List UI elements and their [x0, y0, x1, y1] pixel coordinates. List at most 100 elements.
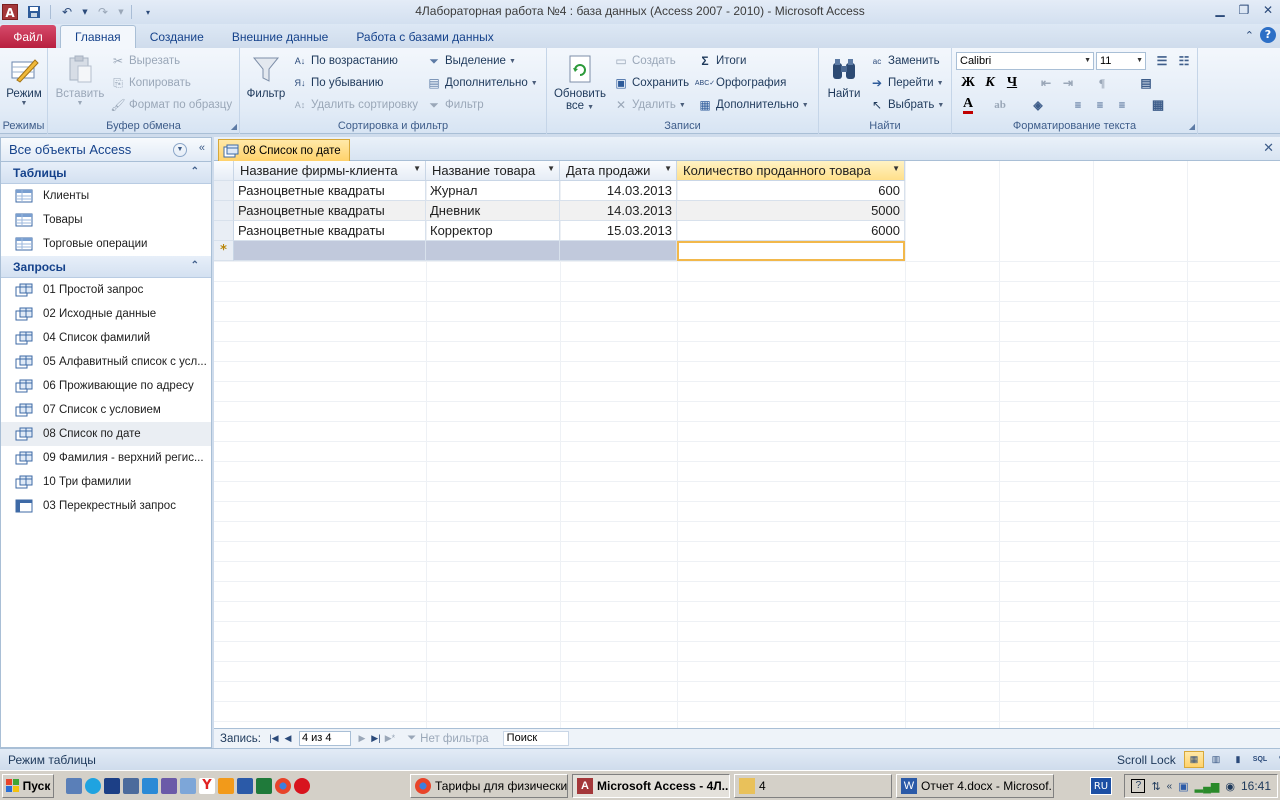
new-row-marker[interactable]: *	[214, 241, 234, 261]
decrease-indent-icon[interactable]: ⇤	[1036, 73, 1056, 93]
tab-home[interactable]: Главная	[60, 25, 136, 48]
row-selector[interactable]	[214, 201, 234, 221]
cut-button[interactable]: ✂ Вырезать	[110, 51, 180, 71]
desktop-icon[interactable]	[66, 777, 82, 794]
increase-indent-icon[interactable]: ⇥	[1058, 73, 1078, 93]
chevron-down-icon[interactable]: ▼	[664, 164, 672, 173]
cell-quantity[interactable]: 600	[677, 181, 905, 201]
spelling-button[interactable]: ABC✓ Орфография	[695, 73, 786, 93]
pivotchart-view-icon[interactable]: ▮	[1228, 751, 1248, 768]
collapse-group-icon[interactable]: ⌃	[191, 166, 199, 177]
skype-icon[interactable]	[85, 777, 101, 794]
cell-client[interactable]: Разноцветные квадраты	[234, 221, 426, 241]
nav-item-query-4[interactable]: 06 Проживающие по адресу	[1, 374, 211, 398]
font-name-combo[interactable]: Calibri ▼	[956, 52, 1094, 70]
records-more-button[interactable]: ▦ Дополнительно ▼	[697, 95, 808, 115]
save-icon[interactable]	[104, 777, 120, 794]
nav-item-table-1[interactable]: Товары	[1, 208, 211, 232]
chevron-down-icon[interactable]: ▼	[892, 164, 900, 173]
row-selector[interactable]	[214, 181, 234, 201]
nav-item-query-7[interactable]: 09 Фамилия - верхний регис...	[1, 446, 211, 470]
font-size-combo[interactable]: 11 ▼	[1096, 52, 1146, 70]
cell-client[interactable]: Разноцветные квадраты	[234, 201, 426, 221]
cell-product[interactable]: Дневник	[426, 201, 560, 221]
sql-view-icon[interactable]: SQL	[1250, 751, 1270, 768]
signal-icon[interactable]: ▂▄▆	[1195, 780, 1220, 793]
last-record-icon[interactable]: ▶|	[369, 731, 383, 747]
nav-item-query-2[interactable]: 04 Список фамилий	[1, 326, 211, 350]
fill-color-icon[interactable]: ◈	[1028, 95, 1048, 115]
copy-button[interactable]: ⎘ Копировать	[110, 73, 191, 93]
cell-quantity[interactable]: 5000	[677, 201, 905, 221]
cell-quantity[interactable]: 6000	[677, 221, 905, 241]
nav-item-query-6[interactable]: 08 Список по дате	[1, 422, 211, 446]
view-button[interactable]: Режим ▼	[4, 52, 44, 107]
minimize-ribbon-icon[interactable]: ⌃	[1245, 29, 1254, 42]
undo-dropdown-icon[interactable]: ▼	[81, 3, 89, 21]
totals-button[interactable]: Σ Итоги	[697, 51, 746, 71]
numbering-icon[interactable]: ☷	[1174, 51, 1194, 71]
picture-icon[interactable]	[180, 777, 196, 794]
close-icon[interactable]: ✕	[1256, 0, 1280, 20]
align-center-icon[interactable]: ≡	[1090, 95, 1110, 115]
column-header-quantity[interactable]: Количество проданного товара ▼	[677, 161, 905, 181]
paste-button[interactable]: Вставить ▼	[54, 52, 106, 107]
tab-external-data[interactable]: Внешние данные	[218, 25, 343, 48]
taskbar-item-folder[interactable]: 4	[734, 774, 892, 798]
cell-date[interactable]	[560, 241, 677, 261]
nav-pane-header[interactable]: Все объекты Access ▼ «	[1, 138, 211, 162]
nav-item-query-3[interactable]: 05 Алфавитный список с усл...	[1, 350, 211, 374]
gridlines-icon[interactable]: ▤	[1136, 73, 1156, 93]
nav-item-query-5[interactable]: 07 Список с условием	[1, 398, 211, 422]
nav-item-query-0[interactable]: 01 Простой запрос	[1, 278, 211, 302]
cell-client[interactable]: Разноцветные квадраты	[234, 181, 426, 201]
row-selector[interactable]	[214, 221, 234, 241]
new-record-nav-icon[interactable]: ▶*	[383, 731, 397, 747]
help-icon[interactable]: ?	[1260, 27, 1276, 43]
filter-button[interactable]: Фильтр	[244, 52, 288, 100]
save-icon[interactable]	[24, 3, 44, 21]
odnoklassniki-icon[interactable]	[218, 777, 234, 794]
cell-product[interactable]: Журнал	[426, 181, 560, 201]
redo-icon[interactable]: ↷	[93, 3, 113, 21]
font-color-button[interactable]: A	[958, 95, 978, 115]
cell-date[interactable]: 15.03.2013	[560, 221, 677, 241]
collapse-pane-icon[interactable]: «	[199, 142, 205, 154]
find-button[interactable]: Найти	[823, 52, 865, 100]
nav-group-queries[interactable]: Запросы ⌃	[1, 256, 211, 278]
audio-icon[interactable]: ◉	[1225, 780, 1235, 793]
design-view-icon[interactable]: ✎	[1272, 751, 1280, 768]
dialog-launcher-icon[interactable]: ◢	[1189, 122, 1195, 131]
first-record-icon[interactable]: |◀	[267, 731, 281, 747]
access-app-icon[interactable]: A	[2, 4, 18, 20]
search-input[interactable]: Поиск	[502, 731, 569, 746]
nav-item-table-0[interactable]: Клиенты	[1, 184, 211, 208]
cell-date[interactable]: 14.03.2013	[560, 201, 677, 221]
remove-sort-button[interactable]: A↕ Удалить сортировку	[292, 95, 418, 115]
filter-status[interactable]: ⏷ Нет фильтра	[407, 732, 489, 745]
highlight-icon[interactable]: ab	[990, 95, 1010, 115]
previous-record-icon[interactable]: ◀	[281, 731, 295, 747]
cell-client[interactable]	[234, 241, 426, 261]
replace-button[interactable]: ac Заменить	[869, 51, 940, 71]
align-right-icon[interactable]: ≡	[1112, 95, 1132, 115]
delete-record-button[interactable]: ✕ Удалить ▼	[613, 95, 686, 115]
select-all-corner[interactable]	[214, 161, 234, 181]
goto-button[interactable]: ➔ Перейти ▼	[869, 73, 944, 93]
tab-file[interactable]: Файл	[0, 25, 56, 48]
advanced-filter-button[interactable]: ▤ Дополнительно ▼	[426, 73, 537, 93]
refresh-all-button[interactable]: Обновить все ▼	[551, 52, 609, 112]
excel-icon[interactable]	[256, 777, 272, 794]
alternate-row-color-icon[interactable]: ▦	[1148, 95, 1168, 115]
language-indicator[interactable]: RU	[1090, 777, 1112, 795]
new-record-button[interactable]: ▭ Создать	[613, 51, 675, 71]
save-record-button[interactable]: ▣ Сохранить	[613, 73, 689, 93]
bullets-icon[interactable]: ☰	[1152, 51, 1172, 71]
italic-button[interactable]: К	[980, 73, 1000, 93]
start-button[interactable]: Пуск	[2, 773, 54, 798]
format-painter-button[interactable]: 🖌 Формат по образцу	[110, 95, 232, 115]
next-record-icon[interactable]: ▶	[355, 731, 369, 747]
selection-button[interactable]: ⏷ Выделение ▼	[426, 51, 516, 71]
taskbar-item-word[interactable]: W Отчет 4.docx - Microsof...	[896, 774, 1054, 798]
toggle-filter-button[interactable]: ⏷ Фильтр	[426, 95, 483, 115]
